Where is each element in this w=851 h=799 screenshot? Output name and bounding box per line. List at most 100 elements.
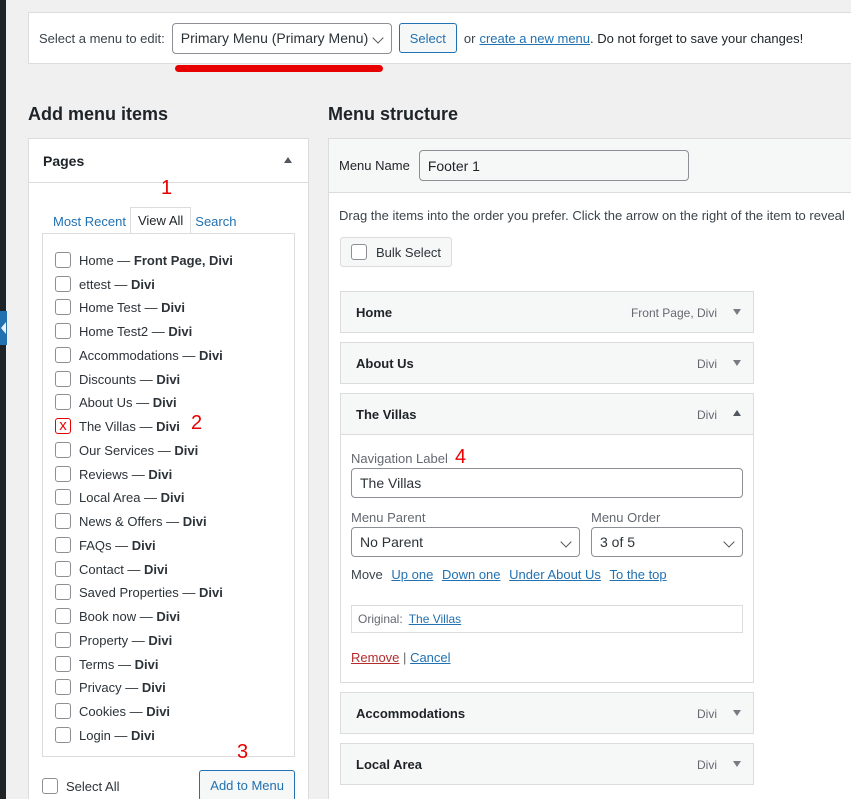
chevron-down-icon (723, 536, 735, 548)
menu-item-accommodations[interactable]: Accommodations Divi (340, 692, 754, 734)
move-down-one-link[interactable]: Down one (442, 567, 501, 582)
navigation-label-title: Navigation Label (351, 451, 448, 466)
bulk-select-button[interactable]: Bulk Select (340, 237, 453, 267)
menu-name-input[interactable]: Footer 1 (418, 150, 689, 181)
list-item[interactable]: Terms — Divi (55, 656, 158, 672)
or-text: or (463, 30, 476, 46)
list-item[interactable]: Our Services — Divi (55, 442, 198, 458)
annotation-number: 1 (161, 177, 173, 199)
annotation-underline (175, 65, 383, 72)
original-info: Original: The Villas (351, 605, 743, 633)
select-all-checkbox[interactable] (42, 778, 58, 794)
list-item[interactable]: Property — Divi (55, 632, 172, 648)
menu-item-settings: Navigation Label The Villas Menu Parent … (340, 435, 754, 683)
checkbox[interactable] (55, 466, 71, 482)
list-item[interactable]: News & Offers — Divi (55, 513, 207, 529)
menu-name-label: Menu Name (339, 158, 410, 173)
list-item[interactable]: Home Test — Divi (55, 299, 185, 315)
create-new-menu-link[interactable]: create a new menu (479, 31, 590, 46)
checkbox[interactable] (55, 323, 71, 339)
bulk-select-checkbox[interactable] (351, 244, 367, 260)
checkbox-checked[interactable]: x (55, 418, 71, 434)
checkbox[interactable] (55, 537, 71, 553)
remove-link[interactable]: Remove (351, 650, 399, 665)
save-reminder-text: . Do not forget to save your changes! (590, 30, 804, 46)
add-to-menu-button[interactable]: Add to Menu (199, 770, 295, 799)
menu-item-about-us[interactable]: About Us Divi (340, 342, 754, 384)
add-menu-items-heading: Add menu items (28, 104, 169, 124)
menu-item-home[interactable]: Home Front Page, Divi (340, 291, 754, 333)
list-item[interactable]: x The Villas — Divi (55, 418, 180, 434)
checkbox[interactable] (55, 276, 71, 292)
select-all[interactable]: Select All (42, 778, 119, 794)
select-menu-label: Select a menu to edit: (39, 30, 165, 46)
checkbox[interactable] (55, 489, 71, 505)
list-item[interactable]: Reviews — Divi (55, 466, 172, 482)
checkbox[interactable] (55, 347, 71, 363)
menu-item-local-area[interactable]: Local Area Divi (340, 743, 754, 785)
move-under-about-us-link[interactable]: Under About Us (509, 567, 601, 582)
checkbox[interactable] (55, 703, 71, 719)
menu-select-value: Primary Menu (Primary Menu) (180, 30, 369, 46)
list-item[interactable]: Contact — Divi (55, 561, 168, 577)
list-item[interactable]: Book now — Divi (55, 608, 180, 624)
list-item[interactable]: Local Area — Divi (55, 489, 185, 505)
menu-parent-title: Menu Parent (351, 510, 426, 525)
expand-arrow-icon[interactable] (733, 309, 741, 315)
checkbox[interactable] (55, 371, 71, 387)
list-item[interactable]: Cookies — Divi (55, 703, 170, 719)
move-to-top-link[interactable]: To the top (610, 567, 667, 582)
checkbox[interactable] (55, 727, 71, 743)
menu-select-dropdown[interactable]: Primary Menu (Primary Menu) (171, 22, 392, 54)
annotation-number: 2 (191, 412, 203, 434)
menu-item-the-villas[interactable]: The Villas Divi (340, 393, 754, 435)
collapse-arrow-icon[interactable] (0, 311, 7, 345)
list-item[interactable]: Home — Front Page, Divi (55, 252, 233, 268)
move-up-one-link[interactable]: Up one (391, 567, 433, 582)
annotation-number: 3 (237, 741, 249, 763)
checkbox[interactable] (55, 608, 71, 624)
pages-footer: Select All Add to Menu (42, 770, 295, 799)
list-item[interactable]: Saved Properties — Divi (55, 584, 223, 600)
checkbox[interactable] (55, 632, 71, 648)
pages-checklist[interactable]: Home — Front Page, Divi ettest — Divi Ho… (42, 233, 295, 757)
tab-view-all[interactable]: View All (129, 207, 192, 235)
checkbox[interactable] (55, 299, 71, 315)
menu-structure-heading: Menu structure (328, 104, 459, 124)
expand-arrow-icon[interactable] (733, 360, 741, 366)
select-button[interactable]: Select (398, 23, 457, 53)
chevron-down-icon (372, 31, 384, 44)
cancel-link[interactable]: Cancel (410, 650, 450, 665)
pages-title: Pages (43, 152, 85, 169)
expand-arrow-icon[interactable] (733, 761, 741, 767)
navigation-label-input[interactable]: The Villas (351, 468, 743, 498)
collapse-arrow-icon[interactable] (733, 410, 741, 416)
checkbox[interactable] (55, 252, 71, 268)
menu-parent-select[interactable]: No Parent (351, 527, 580, 557)
original-link[interactable]: The Villas (409, 612, 461, 626)
list-item[interactable]: Home Test2 — Divi (55, 323, 192, 339)
checkbox[interactable] (55, 394, 71, 410)
list-item[interactable]: Discounts — Divi (55, 371, 180, 387)
collapse-up-icon[interactable] (284, 157, 292, 163)
list-item[interactable]: FAQs — Divi (55, 537, 156, 553)
list-item[interactable]: Accommodations — Divi (55, 347, 223, 363)
menu-order-select[interactable]: 3 of 5 (591, 527, 743, 557)
admin-sidebar-edge (0, 0, 6, 799)
checkbox[interactable] (55, 442, 71, 458)
tab-most-recent[interactable]: Most Recent (49, 208, 130, 234)
select-menu-bar: Select a menu to edit: Primary Menu (Pri… (28, 12, 851, 64)
checkbox[interactable] (55, 584, 71, 600)
checkbox[interactable] (55, 656, 71, 672)
list-item[interactable]: Login — Divi (55, 727, 155, 743)
menu-name-row: Menu Name Footer 1 (329, 139, 851, 193)
list-item[interactable]: ettest — Divi (55, 276, 155, 292)
checkbox[interactable] (55, 679, 71, 695)
list-item[interactable]: About Us — Divi (55, 394, 177, 410)
list-item[interactable]: Privacy — Divi (55, 679, 166, 695)
tab-search[interactable]: Search (191, 208, 240, 234)
move-links: Move Up one Down one Under About Us To t… (351, 567, 667, 582)
expand-arrow-icon[interactable] (733, 710, 741, 716)
checkbox[interactable] (55, 561, 71, 577)
checkbox[interactable] (55, 513, 71, 529)
